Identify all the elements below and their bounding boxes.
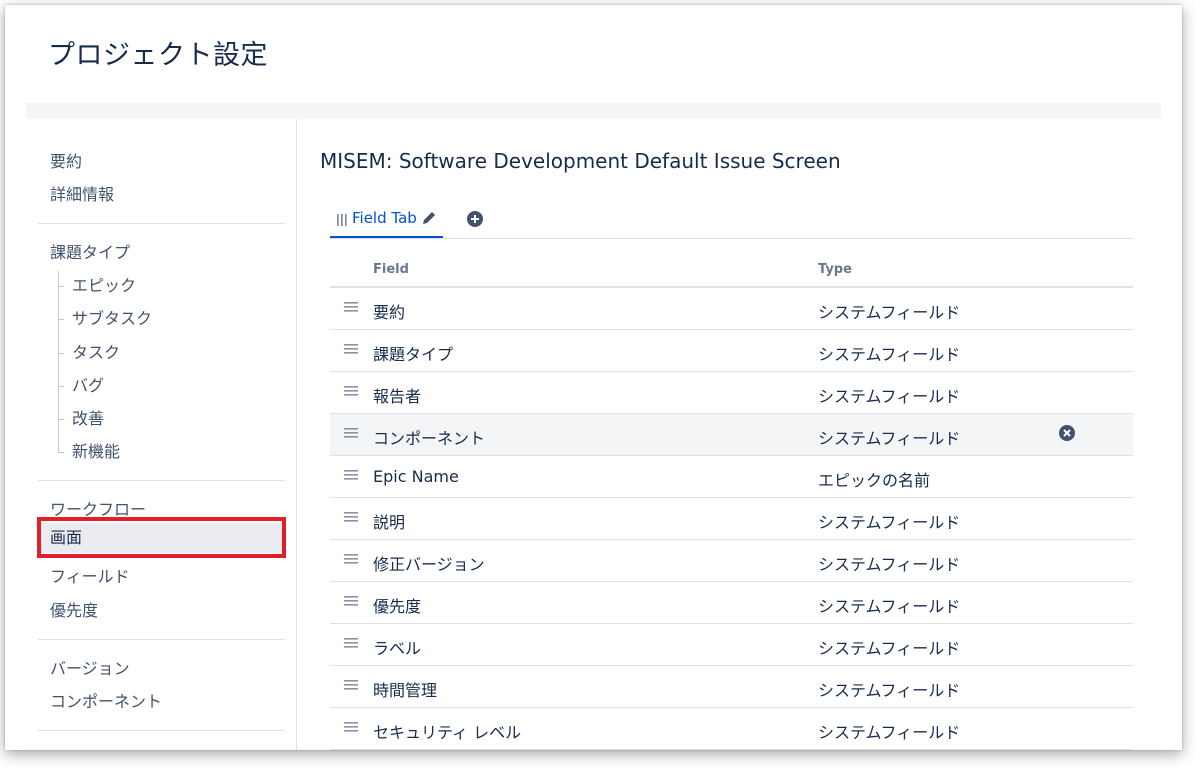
- sidebar-item-issue-types[interactable]: 課題タイプ: [38, 238, 286, 268]
- drag-handle-icon[interactable]: [344, 721, 358, 733]
- drag-handle-icon[interactable]: [344, 469, 358, 481]
- drag-handle-icon[interactable]: [344, 427, 358, 439]
- drag-handle-icon[interactable]: [344, 385, 358, 397]
- field-type: システムフィールド: [818, 429, 961, 448]
- field-name: セキュリティ レベル: [373, 723, 522, 742]
- drag-handle-icon[interactable]: [344, 595, 358, 607]
- table-row[interactable]: ラベル システムフィールド: [330, 624, 1133, 666]
- sidebar-divider: [38, 480, 285, 481]
- sidebar-subitem-bug[interactable]: バグ: [72, 371, 104, 401]
- table-row[interactable]: 優先度 システムフィールド: [330, 582, 1133, 624]
- column-header-type: Type: [818, 262, 852, 277]
- main-panel: MISEM: Software Development Default Issu…: [320, 119, 1140, 750]
- field-name: 修正バージョン: [373, 555, 485, 574]
- tree-line: [58, 271, 59, 452]
- sidebar-divider: [38, 223, 285, 224]
- sidebar-divider: [38, 730, 285, 731]
- sidebar-item-details[interactable]: 詳細情報: [38, 180, 286, 210]
- field-type: システムフィールド: [818, 681, 961, 700]
- selection-highlight-box: [37, 517, 286, 558]
- field-name: 時間管理: [373, 681, 438, 700]
- drag-handle-icon[interactable]: [344, 679, 358, 691]
- sidebar-item-fields[interactable]: フィールド: [38, 562, 286, 592]
- field-name: コンポーネント: [373, 429, 486, 448]
- table-row[interactable]: 説明 システムフィールド: [330, 498, 1133, 540]
- field-type: システムフィールド: [818, 345, 961, 364]
- drag-handle-icon[interactable]: [344, 637, 358, 649]
- page-title: プロジェクト設定: [48, 40, 268, 71]
- tree-tick: [58, 452, 64, 453]
- remove-circle-icon[interactable]: [1059, 425, 1075, 441]
- tree-tick: [58, 319, 64, 320]
- table-row[interactable]: コンポーネント システムフィールド: [330, 414, 1133, 456]
- sidebar-subitem-subtask[interactable]: サブタスク: [72, 304, 152, 334]
- field-type: システムフィールド: [818, 513, 961, 532]
- sidebar-subitem-improvement[interactable]: 改善: [72, 404, 104, 434]
- sidebar-item-components[interactable]: コンポーネント: [38, 687, 286, 717]
- page-header: プロジェクト設定: [5, 5, 1182, 103]
- field-name: 要約: [373, 303, 406, 322]
- screen-title: MISEM: Software Development Default Issu…: [320, 149, 841, 173]
- table-row[interactable]: Epic Name エピックの名前: [330, 456, 1133, 498]
- field-name: 課題タイプ: [373, 345, 454, 364]
- field-name: 優先度: [373, 597, 422, 616]
- sidebar-item-summary[interactable]: 要約: [38, 147, 286, 177]
- sidebar-item-priorities[interactable]: 優先度: [38, 596, 286, 626]
- drag-handle-icon[interactable]: [344, 553, 358, 565]
- field-name: ラベル: [373, 639, 422, 658]
- field-name: 説明: [373, 513, 406, 532]
- field-type: システムフィールド: [818, 723, 961, 742]
- column-header-field: Field: [373, 262, 409, 277]
- pencil-icon[interactable]: [421, 210, 437, 226]
- window-frame: プロジェクト設定 要約 詳細情報 課題タイプ エピック サブタスク タスク バグ…: [5, 5, 1182, 750]
- field-name: Epic Name: [373, 467, 459, 486]
- tree-tick: [58, 286, 64, 287]
- sidebar-item-versions[interactable]: バージョン: [38, 654, 286, 684]
- grip-icon: [337, 214, 347, 226]
- sidebar-divider: [38, 639, 285, 640]
- plus-circle-icon[interactable]: [467, 211, 483, 227]
- sidebar-subitem-task[interactable]: タスク: [72, 338, 120, 368]
- tree-tick: [58, 353, 64, 354]
- tree-tick: [58, 419, 64, 420]
- table-row[interactable]: 課題タイプ システムフィールド: [330, 330, 1133, 372]
- table-row[interactable]: 修正バージョン システムフィールド: [330, 540, 1133, 582]
- tab-label: Field Tab: [352, 209, 417, 227]
- table-header: Field Type: [330, 254, 1133, 288]
- tree-tick: [58, 386, 64, 387]
- table-row[interactable]: セキュリティ レベル システムフィールド: [330, 708, 1133, 750]
- table-row[interactable]: 時間管理 システムフィールド: [330, 666, 1133, 708]
- drag-handle-icon[interactable]: [344, 511, 358, 523]
- sidebar-subitem-epic[interactable]: エピック: [72, 271, 136, 301]
- tab-field-tab[interactable]: Field Tab: [330, 203, 443, 238]
- field-name: 報告者: [373, 387, 422, 406]
- sidebar-subitem-new-feature[interactable]: 新機能: [72, 437, 120, 467]
- tab-bar: Field Tab: [330, 203, 1133, 239]
- sidebar: 要約 詳細情報 課題タイプ エピック サブタスク タスク バグ 改善 新機能 ワ…: [26, 119, 297, 750]
- field-type: システムフィールド: [818, 303, 961, 322]
- field-type: システムフィールド: [818, 555, 961, 574]
- field-type: システムフィールド: [818, 597, 961, 616]
- table-row[interactable]: 要約 システムフィールド: [330, 288, 1133, 330]
- field-type: エピックの名前: [818, 471, 931, 490]
- table-row[interactable]: 報告者 システムフィールド: [330, 372, 1133, 414]
- field-type: システムフィールド: [818, 387, 961, 406]
- drag-handle-icon[interactable]: [344, 343, 358, 355]
- content-area: 要約 詳細情報 課題タイプ エピック サブタスク タスク バグ 改善 新機能 ワ…: [26, 119, 1161, 750]
- field-type: システムフィールド: [818, 639, 961, 658]
- header-divider-band: [26, 103, 1161, 119]
- drag-handle-icon[interactable]: [344, 301, 358, 313]
